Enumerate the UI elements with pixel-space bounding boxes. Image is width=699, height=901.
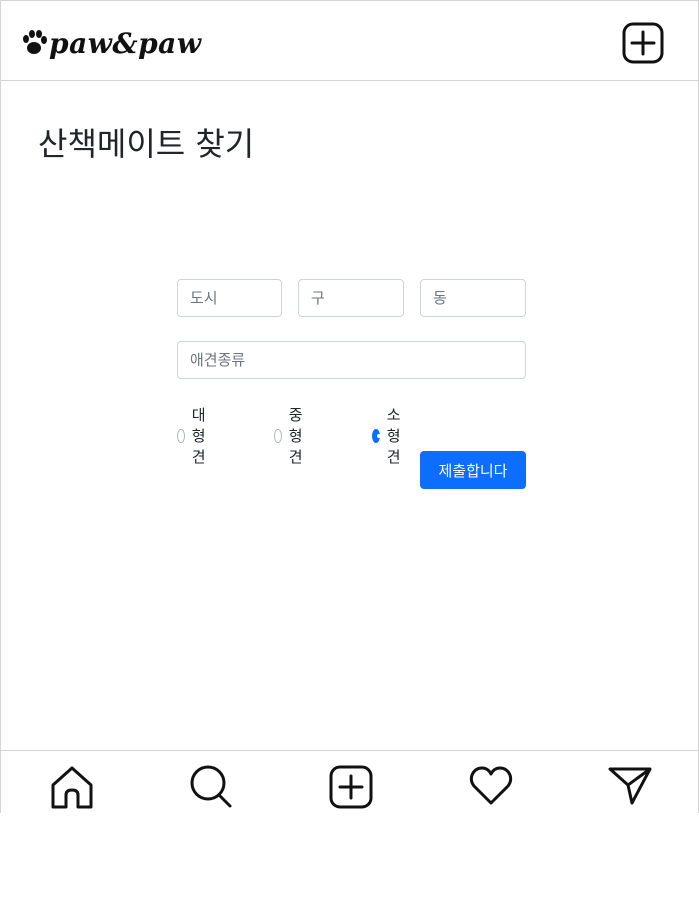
radio-medium-dog[interactable]: 중형견	[274, 404, 309, 467]
paw-logo-icon	[23, 30, 47, 54]
district-input[interactable]	[298, 279, 404, 317]
home-icon	[51, 766, 93, 809]
heart-icon	[469, 766, 513, 805]
search-icon	[190, 765, 232, 808]
radio-circle[interactable]	[274, 428, 282, 443]
radio-small-dog[interactable]: 소형견	[372, 404, 407, 467]
top-bar: paw&paw	[1, 1, 698, 81]
breed-input[interactable]	[177, 341, 526, 379]
plus-square-icon	[329, 765, 373, 809]
radio-circle[interactable]	[372, 428, 381, 443]
radio-label: 소형견	[386, 406, 401, 466]
logo[interactable]: paw&paw	[21, 21, 201, 65]
city-input[interactable]	[177, 279, 282, 317]
app-frame: paw&paw 산책메이트 찾기 대형견 중형견	[0, 0, 699, 813]
nav-messages-button[interactable]	[607, 765, 653, 809]
logo-text: paw&paw	[49, 26, 202, 60]
nav-likes-button[interactable]	[468, 765, 514, 809]
radio-label: 중형견	[288, 406, 303, 466]
bottom-nav	[1, 750, 698, 813]
send-icon	[608, 767, 652, 805]
radio-circle[interactable]	[177, 428, 185, 443]
plus-square-icon	[622, 22, 664, 64]
page-title: 산책메이트 찾기	[38, 125, 255, 163]
nav-add-button[interactable]	[328, 765, 374, 809]
radio-label: 대형견	[191, 406, 206, 466]
dong-input[interactable]	[420, 279, 526, 317]
nav-search-button[interactable]	[188, 765, 234, 809]
radio-large-dog[interactable]: 대형견	[177, 404, 212, 467]
new-post-button[interactable]	[621, 21, 665, 65]
nav-home-button[interactable]	[49, 765, 95, 809]
submit-button[interactable]: 제출합니다	[420, 451, 526, 489]
